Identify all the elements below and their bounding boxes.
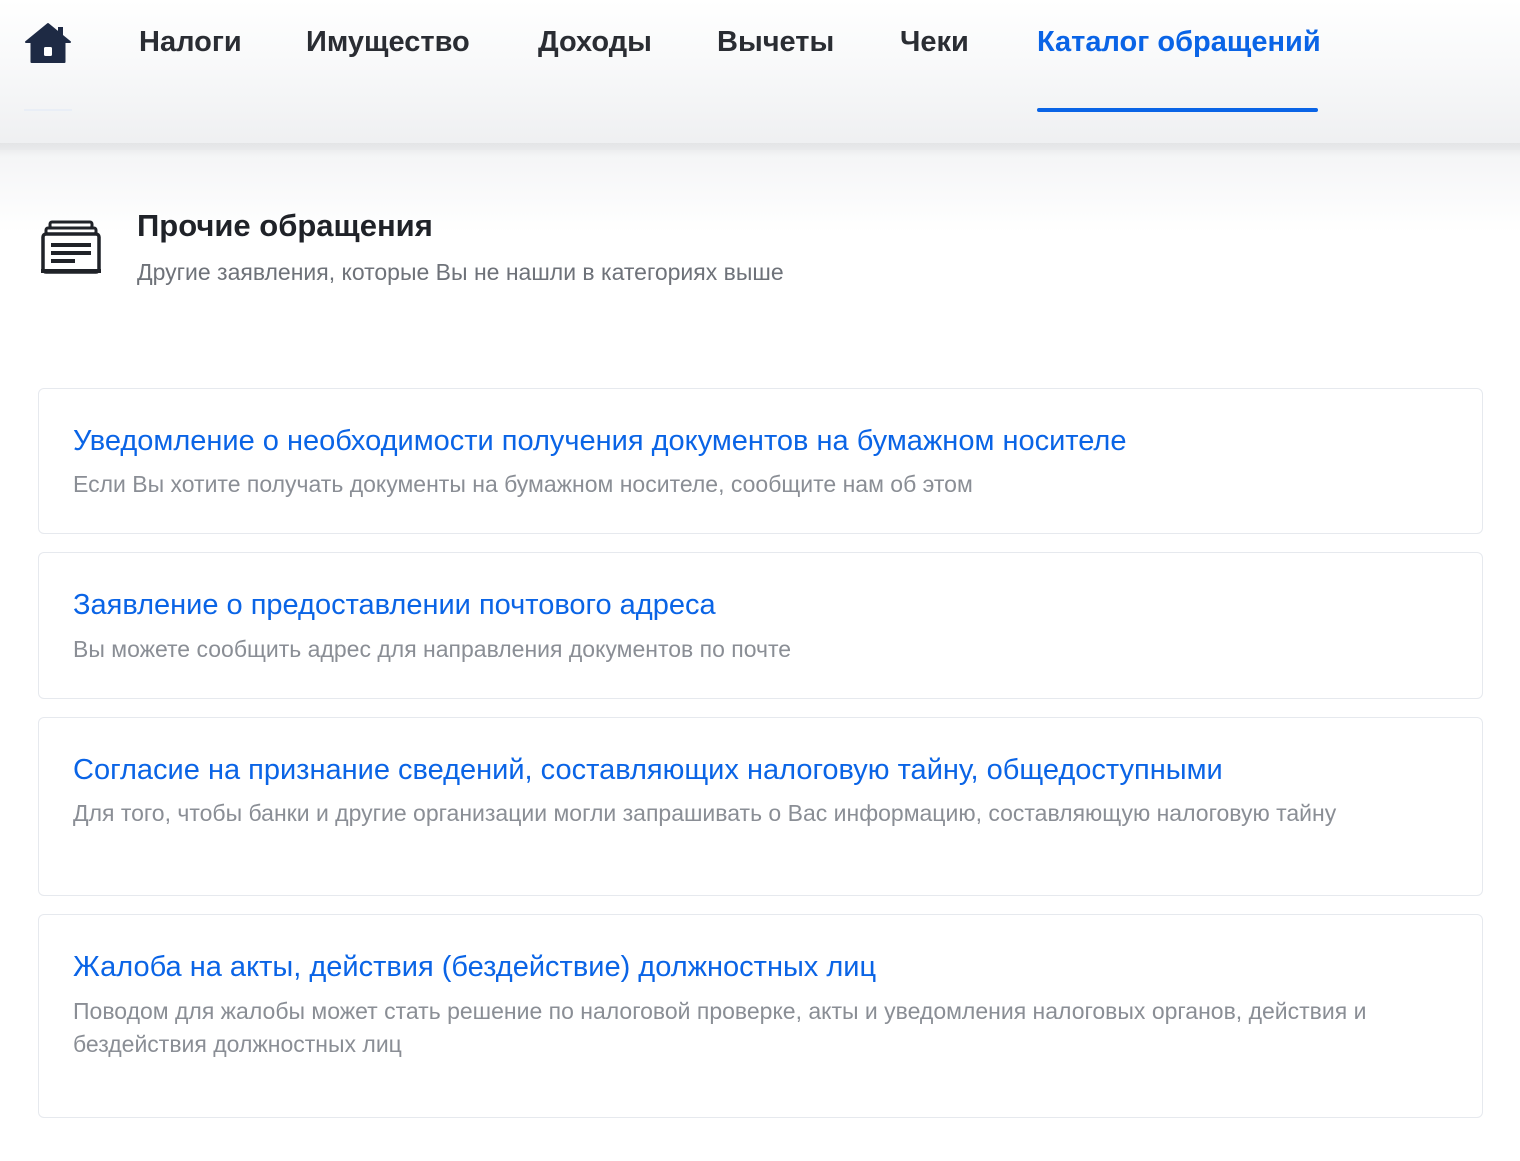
- card-description: Если Вы хотите получать документы на бум…: [73, 471, 973, 497]
- home-icon: [25, 23, 71, 63]
- request-card-paper-documents[interactable]: Уведомление о необходимости получения до…: [38, 388, 1483, 534]
- card-description: Для того, чтобы банки и другие организац…: [73, 800, 1337, 826]
- nav-item-requests-catalog[interactable]: Каталог обращений: [1037, 24, 1321, 60]
- card-description: Вы можете сообщить адрес для направления…: [73, 636, 792, 662]
- nav-item-receipts[interactable]: Чеки: [900, 24, 969, 60]
- card-title[interactable]: Жалоба на акты, действия (бездействие) д…: [73, 949, 876, 985]
- home-button[interactable]: [24, 20, 72, 68]
- request-card-postal-address[interactable]: Заявление о предоставлении почтового адр…: [38, 552, 1483, 699]
- request-card-tax-secret-consent[interactable]: Согласие на признание сведений, составля…: [38, 717, 1483, 896]
- home-tab-indicator: [24, 109, 72, 111]
- nav-item-deductions[interactable]: Вычеты: [717, 24, 834, 60]
- card-title[interactable]: Заявление о предоставлении почтового адр…: [73, 587, 716, 623]
- nav-item-taxes[interactable]: Налоги: [139, 24, 242, 60]
- card-title[interactable]: Согласие на признание сведений, составля…: [73, 752, 1223, 788]
- card-description: Поводом для жалобы может стать решение п…: [73, 998, 1367, 1057]
- nav-item-property[interactable]: Имущество: [306, 24, 470, 60]
- section-title: Прочие обращения: [137, 208, 433, 243]
- card-title[interactable]: Уведомление о необходимости получения до…: [73, 423, 1126, 459]
- request-card-complaint[interactable]: Жалоба на акты, действия (бездействие) д…: [38, 914, 1483, 1118]
- nav-item-income[interactable]: Доходы: [538, 24, 652, 60]
- top-navigation: Налоги Имущество Доходы Вычеты Чеки Ката…: [0, 0, 1520, 150]
- document-stack-icon: [40, 220, 102, 276]
- active-tab-indicator: [1037, 108, 1318, 112]
- section-subtitle: Другие заявления, которые Вы не нашли в …: [137, 259, 784, 285]
